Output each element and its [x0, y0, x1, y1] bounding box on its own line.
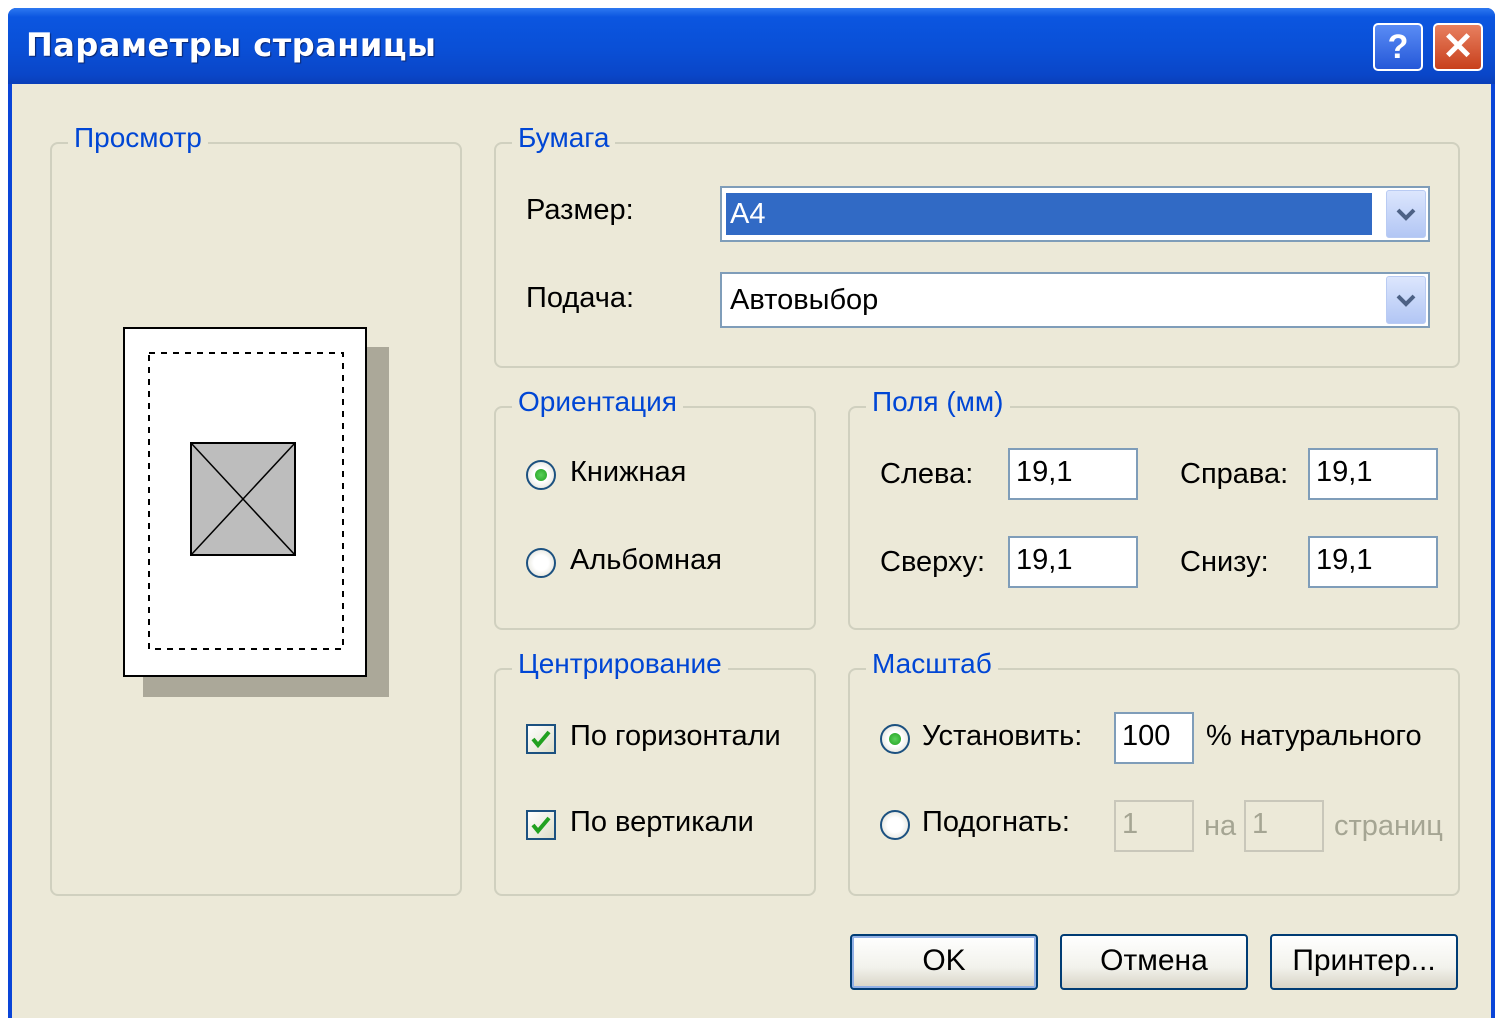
margin-right-input[interactable]: 19,1: [1308, 448, 1438, 500]
center-vertical-label[interactable]: По вертикали: [570, 806, 754, 839]
scale-percent-input[interactable]: 100: [1114, 712, 1194, 764]
margin-right-label: Справа:: [1180, 458, 1289, 490]
dialog-title: Параметры страницы: [26, 26, 437, 64]
centering-legend: Центрирование: [512, 648, 728, 680]
paper-source-label: Подача:: [526, 282, 635, 314]
close-button[interactable]: ✕: [1433, 23, 1483, 71]
chevron-down-icon: [1396, 294, 1416, 307]
margins-group: Поля (мм): [848, 386, 1460, 630]
fit-pages-suffix: страниц: [1334, 810, 1443, 842]
margins-legend: Поля (мм): [866, 386, 1010, 418]
paper-size-select[interactable]: A4: [720, 186, 1430, 242]
orientation-group: Ориентация: [494, 386, 816, 630]
scale-adjust-radio[interactable]: [880, 724, 910, 754]
scale-fit-label[interactable]: Подогнать:: [922, 806, 1070, 839]
checkmark-icon: [531, 730, 551, 749]
paper-group: Бумага: [494, 122, 1460, 368]
checkmark-icon: [531, 816, 551, 835]
margin-bottom-input[interactable]: 19,1: [1308, 536, 1438, 588]
help-icon: ?: [1387, 28, 1409, 66]
ok-button[interactable]: OK: [850, 934, 1038, 990]
margin-left-input[interactable]: 19,1: [1008, 448, 1138, 500]
paper-legend: Бумага: [512, 122, 616, 154]
scale-group: Масштаб: [848, 648, 1460, 896]
landscape-radio[interactable]: [526, 548, 556, 578]
paper-source-dropdown-button[interactable]: [1386, 276, 1426, 324]
portrait-radio[interactable]: [526, 460, 556, 490]
preview-legend: Просмотр: [68, 122, 208, 154]
margin-bottom-label: Снизу:: [1180, 546, 1269, 578]
centering-group: Центрирование: [494, 648, 816, 896]
paper-size-dropdown-button[interactable]: [1386, 190, 1426, 238]
center-vertical-checkbox[interactable]: [526, 810, 556, 840]
preview-page: [123, 327, 367, 677]
paper-size-label: Размер:: [526, 194, 634, 226]
cancel-button[interactable]: Отмена: [1060, 934, 1248, 990]
radio-selected-dot: [535, 469, 547, 481]
paper-source-select[interactable]: Автовыбор: [720, 272, 1430, 328]
center-horizontal-label[interactable]: По горизонтали: [570, 720, 781, 753]
orientation-legend: Ориентация: [512, 386, 683, 418]
scale-legend: Масштаб: [866, 648, 998, 680]
margin-left-label: Слева:: [880, 458, 974, 490]
radio-selected-dot: [889, 733, 901, 745]
help-button[interactable]: ?: [1373, 23, 1423, 71]
portrait-label[interactable]: Книжная: [570, 456, 686, 489]
paper-source-value: Автовыбор: [730, 284, 879, 316]
margin-top-label: Сверху:: [880, 546, 986, 578]
dialog-body: Просмотр Бумага Размер: A4 Подача: Автов…: [12, 84, 1491, 1018]
page-setup-dialog: Параметры страницы ? ✕ Просмотр Бумага Р…: [8, 8, 1495, 1018]
preview-page-drawing: [148, 352, 344, 650]
fit-by-label: на: [1204, 810, 1237, 842]
scale-fit-radio[interactable]: [880, 810, 910, 840]
close-icon: ✕: [1442, 26, 1474, 68]
center-horizontal-checkbox[interactable]: [526, 724, 556, 754]
fit-pages-wide-input[interactable]: 1: [1114, 800, 1194, 852]
fit-pages-tall-input[interactable]: 1: [1244, 800, 1324, 852]
title-bar[interactable]: Параметры страницы ? ✕: [8, 8, 1495, 84]
paper-size-value: A4: [726, 193, 1372, 235]
printer-button[interactable]: Принтер...: [1270, 934, 1458, 990]
scale-percent-suffix: % натурального: [1206, 720, 1422, 752]
landscape-label[interactable]: Альбомная: [570, 544, 722, 577]
chevron-down-icon: [1396, 208, 1416, 221]
margin-top-input[interactable]: 19,1: [1008, 536, 1138, 588]
scale-adjust-label[interactable]: Установить:: [922, 720, 1082, 753]
